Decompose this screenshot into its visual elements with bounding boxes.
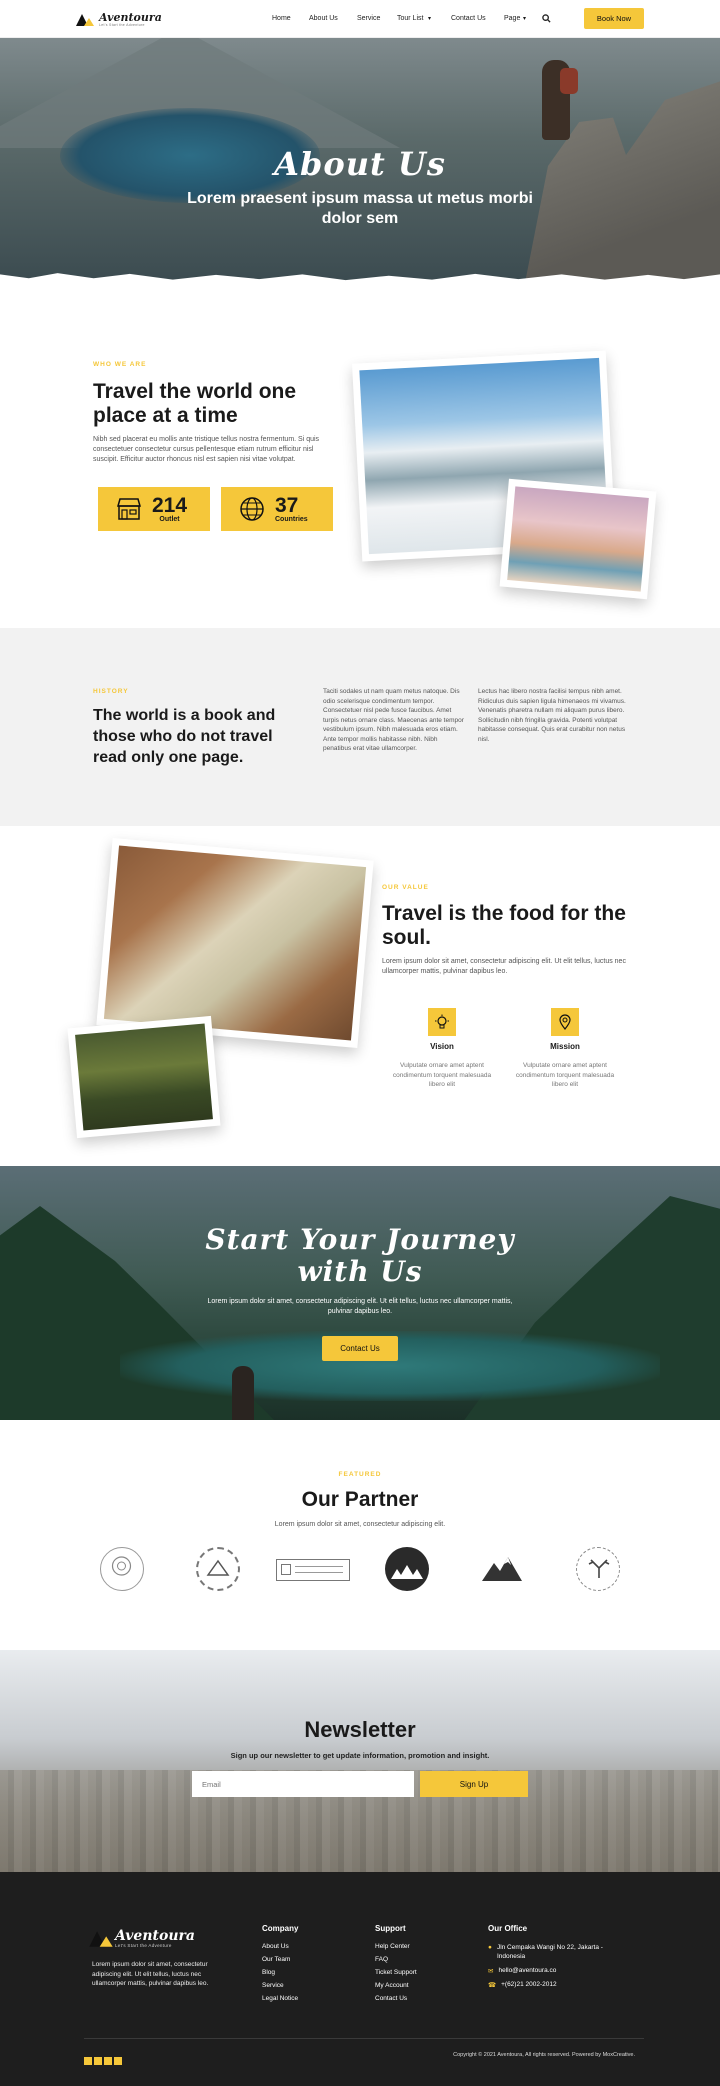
map-pin-icon (551, 1008, 579, 1036)
mission-text: Vulputate ornare amet aptent condimentum… (515, 1062, 615, 1088)
vision-title: Vision (430, 1042, 454, 1051)
footer-link[interactable]: Service (262, 1982, 298, 1989)
phone-icon: ☎ (488, 1982, 497, 1989)
partner-title: Our Partner (301, 1488, 419, 1511)
hero-cliff (522, 78, 720, 288)
nav-contact-us[interactable]: Contact Us (451, 15, 486, 22)
footer-support-title: Support (375, 1924, 406, 1933)
mountain-logo-icon (89, 1931, 113, 1947)
partner-eyebrow: FEATURED (338, 1471, 382, 1478)
footer-office: Our Office ● Jln Cempaka Wangi No 22, Ja… (488, 1924, 628, 1989)
facebook-icon[interactable] (84, 2057, 92, 2065)
who-body: Nibh sed placerat eu mollis ante tristiq… (93, 436, 320, 463)
footer-link[interactable]: About Us (262, 1943, 298, 1950)
stat-label: Outlet (159, 515, 180, 523)
chevron-down-icon: ▾ (428, 16, 432, 22)
newsletter-section (0, 1650, 720, 1872)
copyright: Copyright © 2021 Aventoura, All rights r… (453, 2052, 635, 2058)
value-title: Travel is the food for the soul. (382, 902, 626, 949)
footer-office-title: Our Office (488, 1924, 528, 1933)
nav-page[interactable]: Page (504, 15, 520, 22)
office-phone: +(62)21 2002-2012 (501, 1981, 557, 1988)
footer-support: Support Help Center FAQ Ticket Support M… (375, 1924, 417, 2008)
partner-logo-3[interactable] (276, 1559, 350, 1581)
mail-icon: ✉ (488, 1968, 494, 1975)
footer-link[interactable]: Ticket Support (375, 1969, 417, 1976)
vision-text: Vulputate ornare amet aptent condimentum… (392, 1062, 492, 1088)
logo[interactable]: Aventoura Let's Start the Adventure (76, 11, 162, 27)
stat-label: Countries (275, 515, 308, 523)
store-icon (117, 498, 141, 520)
partner-logo-2[interactable] (196, 1547, 240, 1591)
footer-link[interactable]: Our Team (262, 1956, 298, 1963)
nav-about-us[interactable]: About Us (309, 15, 338, 22)
book-now-button[interactable]: Book Now (584, 8, 644, 29)
chevron-down-icon: ▾ (523, 16, 527, 22)
partner-body: Lorem ipsum dolor sit amet, consectetur … (274, 1521, 446, 1528)
footer-company: Company About Us Our Team Blog Service L… (262, 1924, 298, 2008)
mountain-logo-icon (76, 14, 94, 26)
history-title: The world is a book and those who do not… (93, 707, 276, 766)
hero-title: About Us (274, 145, 446, 183)
footer-link[interactable]: My Account (375, 1982, 417, 1989)
footer-logo-text: Aventoura (115, 1928, 195, 1944)
stat-number: 37 (275, 493, 299, 517)
footer-company-title: Company (262, 1924, 299, 1933)
partner-logo-4[interactable] (385, 1547, 429, 1591)
office-email[interactable]: hello@aventoura.co (498, 1967, 556, 1975)
youtube-icon[interactable] (114, 2057, 122, 2065)
newsletter-title: Newsletter (304, 1717, 416, 1742)
footer-logo[interactable]: Aventoura Let's Start the Adventure (89, 1928, 195, 1948)
footer-about: Lorem ipsum dolor sit amet, consectetur … (92, 1961, 209, 1987)
lightbulb-icon (428, 1008, 456, 1036)
surfers-photo (499, 478, 657, 600)
site-header: Aventoura Let's Start the Adventure Home… (0, 0, 720, 38)
twitter-icon[interactable] (104, 2057, 112, 2065)
stat-number: 214 (152, 493, 188, 517)
map-pin-icon: ● (488, 1944, 492, 1951)
history-eyebrow: HISTORY (93, 688, 129, 695)
stat-countries: 37 Countries (221, 487, 333, 531)
stat-outlet: 214 Outlet (98, 487, 210, 531)
search-icon[interactable] (542, 14, 551, 23)
value-eyebrow: OUR VALUE (382, 884, 429, 891)
footer-link[interactable]: Legal Notice (262, 1995, 298, 2002)
hero-subtitle: Lorem praesent ipsum massa ut metus morb… (187, 190, 533, 227)
footer-link[interactable]: Blog (262, 1969, 298, 1976)
site-footer: Aventoura Let's Start the Adventure Lore… (0, 1872, 720, 2086)
globe-icon (240, 497, 264, 521)
journey-banner (0, 1166, 720, 1420)
office-address: Jln Cempaka Wangi No 22, Jakarta - Indon… (496, 1944, 603, 1960)
footer-link[interactable]: Help Center (375, 1943, 417, 1950)
email-input[interactable] (192, 1771, 414, 1797)
sign-up-button[interactable]: Sign Up (420, 1771, 528, 1797)
who-eyebrow: WHO WE ARE (93, 361, 147, 368)
journey-body: Lorem ipsum dolor sit amet, consectetur … (207, 1298, 513, 1315)
partner-logo-1[interactable] (100, 1547, 144, 1591)
hero-banner: About Us Lorem praesent ipsum massa ut m… (0, 38, 720, 288)
person-silhouette (232, 1366, 254, 1420)
nav-service[interactable]: Service (357, 15, 380, 22)
travel-map-photo (96, 837, 374, 1049)
hero-backpack (560, 68, 578, 94)
mission-title: Mission (550, 1042, 580, 1051)
nav-home[interactable]: Home (272, 15, 291, 22)
partner-logo-6[interactable] (576, 1547, 620, 1591)
social-links (84, 2052, 124, 2070)
journey-title: Start Your Journey with Us (205, 1223, 515, 1288)
value-body: Lorem ipsum dolor sit amet, consectetur … (382, 958, 626, 975)
footer-link[interactable]: FAQ (375, 1956, 417, 1963)
footer-divider (84, 2038, 644, 2039)
history-col-2: Lectus hac libero nostra facilisi tempus… (478, 688, 626, 743)
nav-tour-list[interactable]: Tour List (397, 15, 423, 22)
couple-photo (67, 1015, 221, 1139)
newsletter-subtitle: Sign up our newsletter to get update inf… (230, 1751, 490, 1760)
instagram-icon[interactable] (94, 2057, 102, 2065)
contact-us-button[interactable]: Contact Us (322, 1336, 398, 1361)
history-col-1: Taciti sodales ut nam quam metus natoque… (323, 688, 464, 752)
who-title: Travel the world one place at a time (93, 380, 297, 427)
logo-text: Aventoura (99, 11, 162, 24)
footer-link[interactable]: Contact Us (375, 1995, 417, 2002)
partner-logo-5[interactable] (480, 1547, 524, 1591)
